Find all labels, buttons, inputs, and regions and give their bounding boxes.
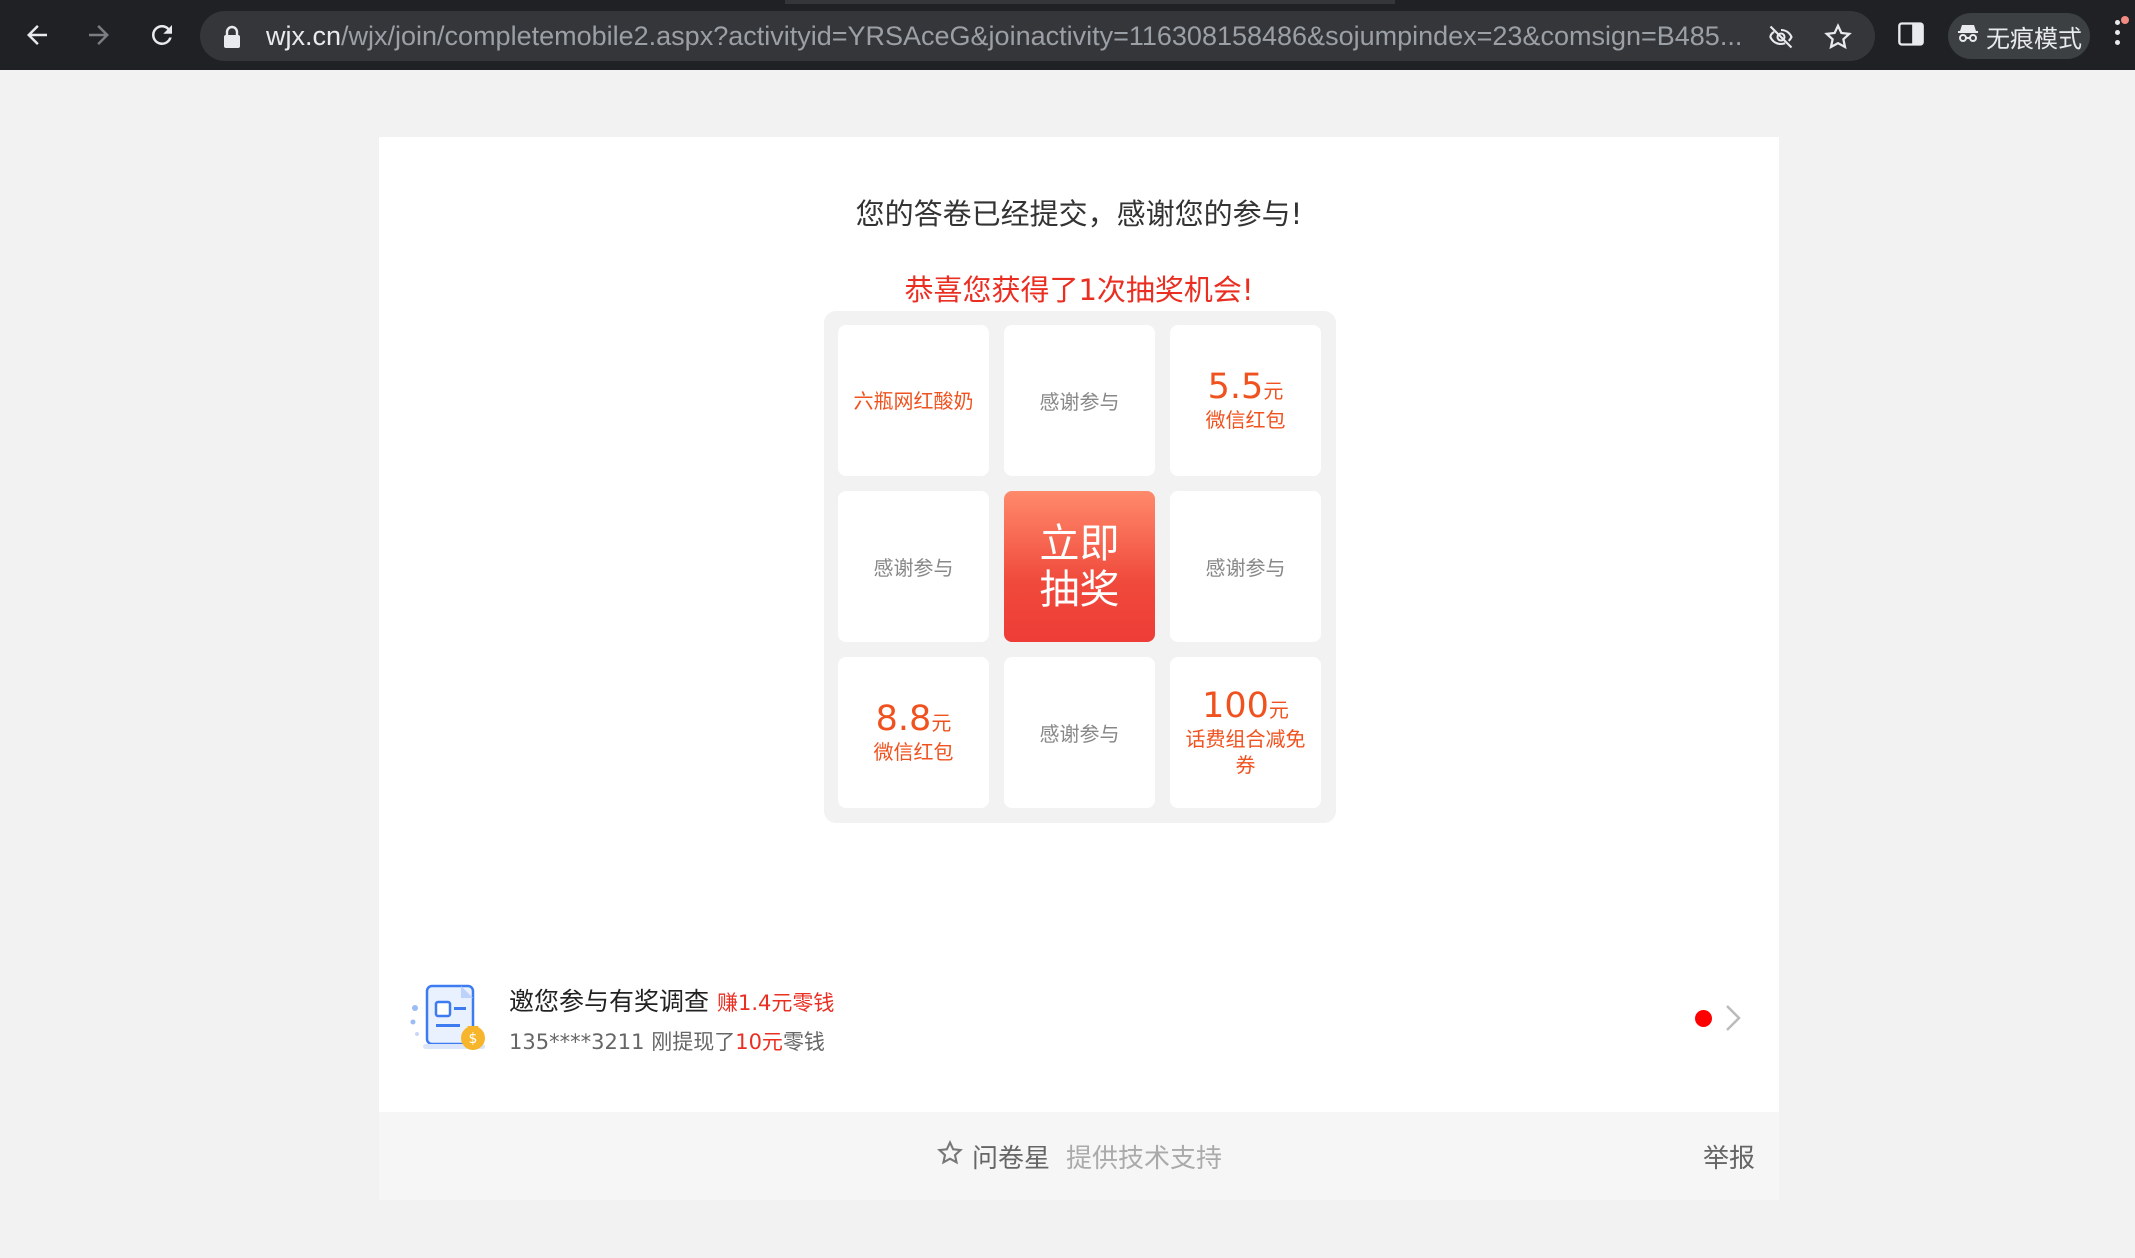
footer-brand[interactable]: 问卷星 提供技术支持 xyxy=(379,1112,1779,1200)
eye-off-icon[interactable] xyxy=(1767,23,1795,55)
prize-label: 感谢参与 xyxy=(1205,556,1286,580)
submission-thanks: 您的答卷已经提交，感谢您的参与! xyxy=(855,197,1303,231)
prize-label: 感谢参与 xyxy=(873,556,954,580)
promo-earn: 赚1.4元零钱 xyxy=(717,991,835,1015)
star-icon[interactable] xyxy=(1823,22,1853,56)
lottery-cell-thanks: 感谢参与 xyxy=(838,491,989,642)
lottery-cell-redpacket-5-5: 5.5元 微信红包 xyxy=(1170,325,1321,476)
star-outline-icon xyxy=(936,1139,964,1174)
report-link[interactable]: 举报 xyxy=(1703,1138,1755,1175)
draw-now-button[interactable]: 立即抽奖 xyxy=(1004,491,1155,642)
brand-name: 问卷星 xyxy=(971,1143,1050,1174)
prize-label: 微信红包 xyxy=(873,739,954,764)
footer: 问卷星 提供技术支持 举报 xyxy=(379,1112,1779,1200)
side-panel-icon[interactable] xyxy=(1897,20,1925,52)
prize-amount: 5.5元 xyxy=(1207,367,1284,408)
incognito-icon xyxy=(1956,22,1980,50)
lottery-grid: 六瓶网红酸奶 感谢参与 5.5元 微信红包 感谢参与 立即抽奖 感谢参与 8.8… xyxy=(824,311,1336,823)
prize-label: 话费组合减免券 xyxy=(1185,726,1306,777)
reload-icon[interactable] xyxy=(140,13,184,57)
draw-now-label: 立即抽奖 xyxy=(1039,520,1120,613)
active-tab-indicator xyxy=(785,0,1395,4)
lock-icon[interactable] xyxy=(222,25,242,53)
prize-amount: 8.8元 xyxy=(875,699,952,740)
browser-toolbar: wjx.cn/wjx/join/completemobile2.aspx?act… xyxy=(0,0,2135,70)
lottery-congrats: 恭喜您获得了1次抽奖机会! xyxy=(904,273,1254,307)
prize-label: 六瓶网红酸奶 xyxy=(853,388,974,413)
svg-text:$: $ xyxy=(469,1031,478,1047)
incognito-label: 无痕模式 xyxy=(1986,24,2082,53)
lottery-cell-thanks: 感谢参与 xyxy=(1170,491,1321,642)
notification-dot xyxy=(1695,1010,1712,1027)
prize-amount: 100元 xyxy=(1202,686,1289,727)
incognito-badge[interactable]: 无痕模式 xyxy=(1948,13,2090,59)
address-bar[interactable]: wjx.cn/wjx/join/completemobile2.aspx?act… xyxy=(200,11,1875,61)
promo-title: 邀您参与有奖调查 赚1.4元零钱 xyxy=(509,987,835,1016)
url-text[interactable]: wjx.cn/wjx/join/completemobile2.aspx?act… xyxy=(266,11,1746,61)
chevron-right-icon[interactable] xyxy=(1723,1002,1743,1038)
result-card: 您的答卷已经提交，感谢您的参与! 恭喜您获得了1次抽奖机会! 六瓶网红酸奶 感谢… xyxy=(379,137,1779,1112)
lottery-cell-thanks: 感谢参与 xyxy=(1004,325,1155,476)
prize-label: 微信红包 xyxy=(1205,407,1286,432)
lottery-cell-yogurt: 六瓶网红酸奶 xyxy=(838,325,989,476)
lottery-cell-thanks: 感谢参与 xyxy=(1004,657,1155,808)
lottery-cell-phone-coupon: 100元 话费组合减免券 xyxy=(1170,657,1321,808)
promo-subtitle: 135****3211 刚提现了10元零钱 xyxy=(509,1030,825,1054)
survey-document-icon: $ xyxy=(409,978,495,1062)
forward-arrow-icon[interactable] xyxy=(77,13,121,57)
back-arrow-icon[interactable] xyxy=(15,13,59,57)
brand-support-text: 提供技术支持 xyxy=(1066,1143,1223,1174)
prize-label: 感谢参与 xyxy=(1039,390,1120,414)
more-menu-icon[interactable] xyxy=(2115,16,2129,50)
prize-label: 感谢参与 xyxy=(1039,722,1120,746)
paid-survey-promo[interactable]: $ 邀您参与有奖调查 赚1.4元零钱 135****3211 刚提现了10元零钱 xyxy=(409,978,1749,1078)
lottery-cell-redpacket-8-8: 8.8元 微信红包 xyxy=(838,657,989,808)
